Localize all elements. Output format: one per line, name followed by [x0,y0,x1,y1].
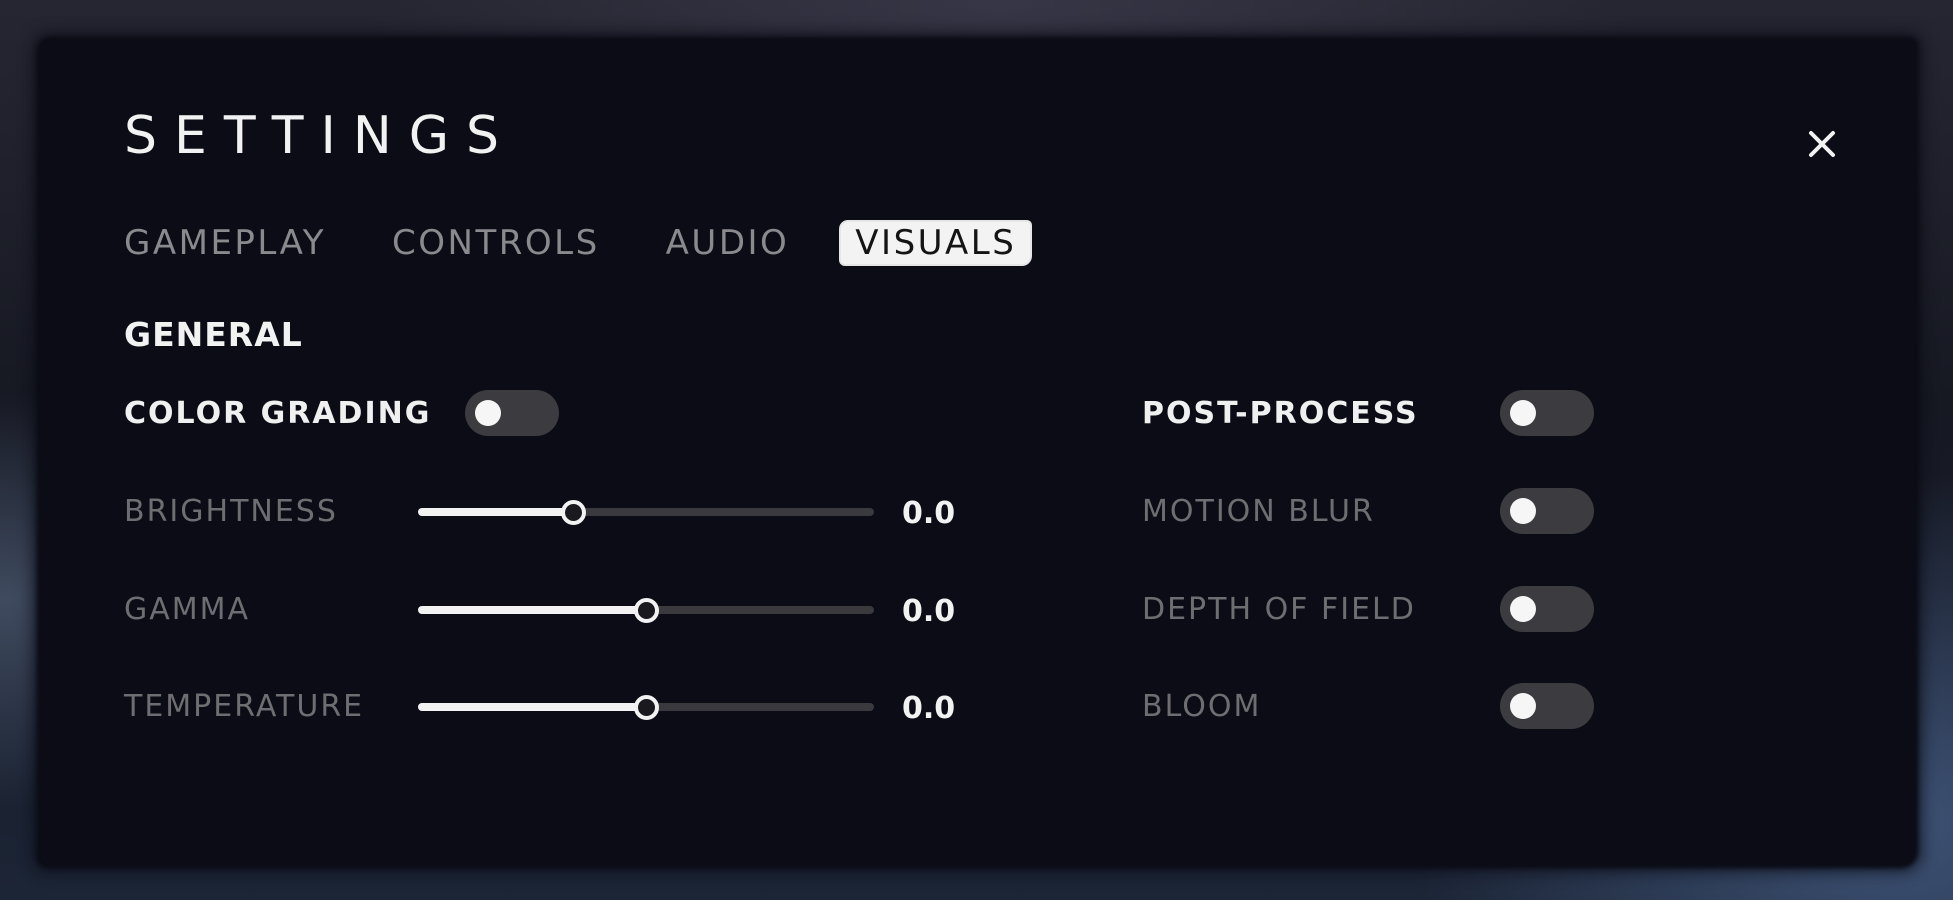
color-grading-toggle[interactable] [465,390,559,436]
temperature-value: 0.0 [902,691,956,726]
close-icon [1809,131,1835,157]
post-process-toggle[interactable] [1500,390,1594,436]
temperature-label: TEMPERATURE [124,689,365,724]
motion-blur-toggle[interactable] [1500,488,1594,534]
close-button[interactable] [1800,122,1844,166]
motion-blur-row: MOTION BLUR [1142,488,1375,536]
page-title: SETTINGS [124,106,517,166]
depth-of-field-label: DEPTH OF FIELD [1142,592,1416,627]
bloom-row: BLOOM [1142,683,1261,731]
tab-controls[interactable]: CONTROLS [392,226,600,260]
gamma-row: GAMMA [124,586,250,634]
gamma-slider[interactable] [418,595,874,625]
brightness-value: 0.0 [902,496,956,531]
tab-bar: GAMEPLAY CONTROLS AUDIO VISUALS [124,222,1096,264]
motion-blur-label: MOTION BLUR [1142,494,1375,529]
slider-thumb[interactable] [634,695,659,720]
toggle-knob [475,400,501,426]
section-title-general: GENERAL [124,315,303,354]
depth-of-field-toggle[interactable] [1500,586,1594,632]
toggle-knob [1510,498,1536,524]
slider-fill [418,606,646,614]
toggle-knob [1510,693,1536,719]
toggle-knob [1510,596,1536,622]
temperature-slider[interactable] [418,692,874,722]
slider-fill [418,703,646,711]
post-process-label: POST-PROCESS [1142,396,1419,431]
toggle-knob [1510,400,1536,426]
color-grading-row: COLOR GRADING [124,390,431,438]
tab-visuals[interactable]: VISUALS [841,222,1031,264]
slider-thumb[interactable] [561,500,586,525]
tab-gameplay[interactable]: GAMEPLAY [124,226,326,260]
brightness-row: BRIGHTNESS [124,488,338,536]
color-grading-label: COLOR GRADING [124,396,432,431]
bloom-toggle[interactable] [1500,683,1594,729]
bloom-label: BLOOM [1142,689,1262,724]
brightness-slider[interactable] [418,497,874,527]
gamma-label: GAMMA [124,592,251,627]
tab-audio[interactable]: AUDIO [666,226,790,260]
slider-fill [418,508,573,516]
brightness-label: BRIGHTNESS [124,494,338,529]
temperature-row: TEMPERATURE [124,683,364,731]
depth-of-field-row: DEPTH OF FIELD [1142,586,1416,634]
post-process-row: POST-PROCESS [1142,390,1419,438]
gamma-value: 0.0 [902,594,956,629]
slider-thumb[interactable] [634,598,659,623]
